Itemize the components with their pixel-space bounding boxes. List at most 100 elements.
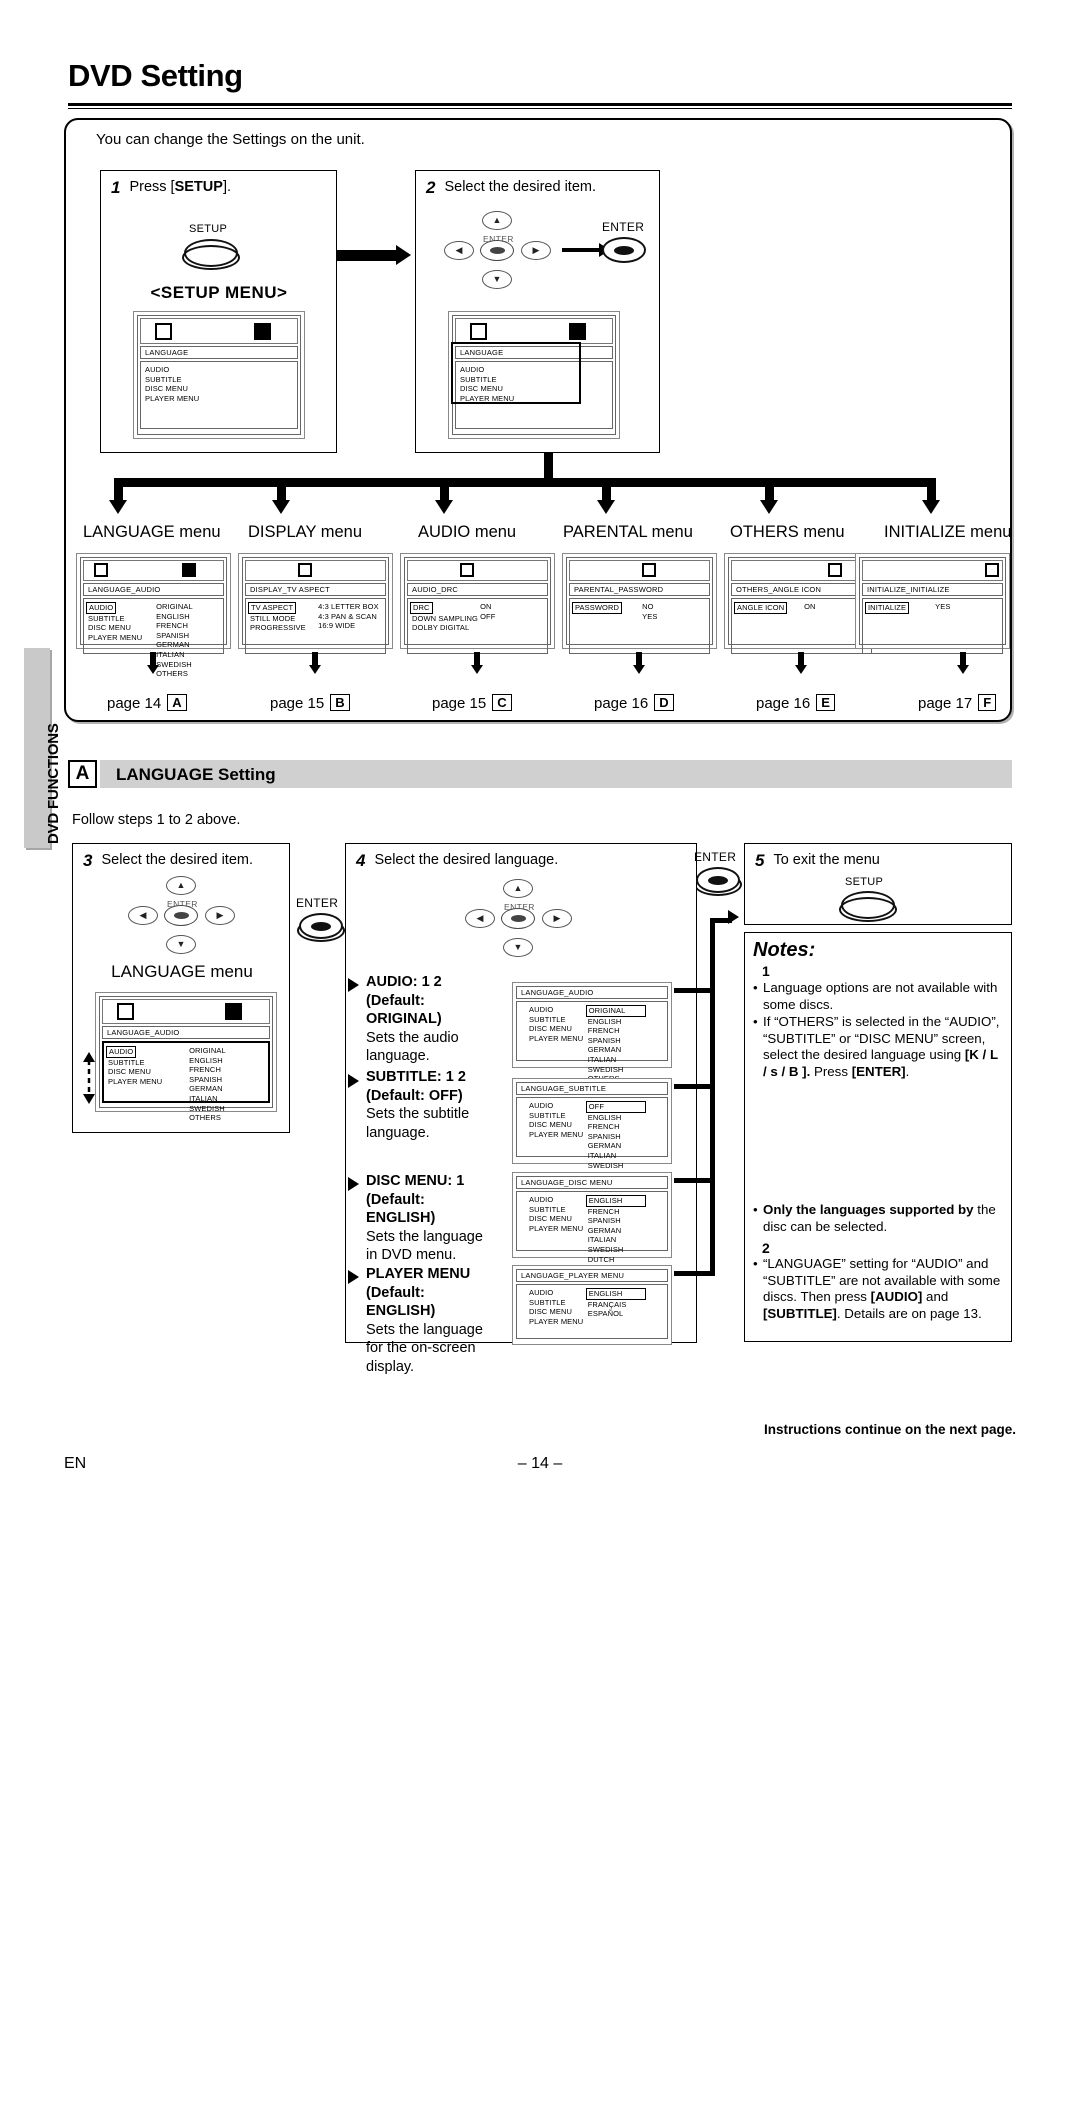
cursor-right-button[interactable]: ▶ [205, 906, 235, 925]
section-a-letter: A [68, 760, 97, 788]
option-desc: Sets the audio language. [366, 1029, 459, 1065]
osd-item: AUDIO [145, 365, 170, 374]
menu-label-others: OTHERS menu [730, 523, 845, 541]
page-ref-text: page 17 [918, 695, 973, 712]
tree-arrow-6 [922, 500, 940, 514]
cursor-right-button[interactable]: ▶ [521, 241, 551, 260]
osd-item-selected: PASSWORD [572, 602, 622, 614]
cursor-up-button[interactable]: ▲ [503, 879, 533, 898]
notes-panel: Notes: 1 Language options are not availa… [744, 932, 1012, 1342]
page-ref-letter: F [978, 694, 997, 711]
option-osd-player-menu: LANGUAGE_PLAYER MENU AUDIO SUBTITLE DISC… [512, 1265, 672, 1345]
cursor-left-button[interactable]: ◀ [128, 906, 158, 925]
cursor-left-button[interactable]: ◀ [444, 241, 474, 260]
osd-left-column: AUDIO SUBTITLE DISC MENU PLAYER MENU [521, 1195, 588, 1274]
page-ref-e: page 16 E [756, 694, 835, 712]
osd-option: GERMAN [189, 1084, 223, 1094]
osd-option: FRENCH [587, 1122, 620, 1132]
osd-title-bar: LANGUAGE_AUDIO [83, 583, 224, 596]
osd-item: PLAYER MENU [108, 1076, 163, 1086]
osd-item-selected: AUDIO [106, 1046, 137, 1058]
osd-option: ENGLISH [189, 1055, 223, 1065]
osd-option: ITALIAN [587, 1150, 617, 1160]
osd-right-column: YES [935, 602, 998, 614]
note-item-4: “LANGUAGE” setting for “AUDIO” and “SUBT… [753, 1256, 1005, 1322]
option-block-disc-menu: DISC MENU: 1 (Default: ENGLISH) Sets the… [366, 1172, 496, 1265]
pageref-arrow-1 [147, 665, 159, 674]
osd-option: SPANISH [587, 1131, 621, 1141]
osd-item: PLAYER MENU [460, 393, 515, 403]
enter-button-small[interactable] [164, 905, 198, 926]
osd-item-selected: TV ASPECT [248, 602, 297, 614]
osd-icon-black-square [254, 323, 271, 340]
step-1-box: 1 Press [SETUP]. SETUP <SETUP MENU> LANGU… [100, 170, 337, 453]
page-ref-letter: C [492, 694, 512, 711]
option-osd-audio: LANGUAGE_AUDIO AUDIO SUBTITLE DISC MENU … [512, 982, 672, 1083]
osd-item: DISC MENU [460, 384, 503, 394]
page-ref-a: page 14 A [107, 694, 187, 712]
osd-left-column: DRC DOWN SAMPLING DOLBY DIGITAL [410, 602, 480, 633]
osd-right-column: ORIGINAL ENGLISH FRENCH SPANISH GERMAN I… [189, 1046, 264, 1123]
osd-item: DISC MENU [529, 1307, 572, 1317]
osd-option: FRENCH [587, 1026, 620, 1036]
osd-option: OFF [480, 611, 496, 621]
cursor-up-button[interactable]: ▲ [166, 876, 196, 895]
osd-item: PLAYER MENU [529, 1033, 584, 1043]
option-default: (Default: ENGLISH) [366, 1284, 436, 1320]
option-block-player-menu: PLAYER MENU (Default: ENGLISH) Sets the … [366, 1265, 496, 1376]
cursor-left-button[interactable]: ◀ [465, 909, 495, 928]
osd-option: GERMAN [587, 1225, 622, 1235]
menu-osd-parental: PARENTAL_PASSWORD PASSWORD NO YES [562, 553, 717, 654]
page-ref-text: page 16 [756, 695, 811, 712]
scroll-updown-icon [83, 1052, 95, 1104]
tree-spine [114, 478, 936, 487]
enter-button-step3-4[interactable] [297, 913, 345, 942]
note-enter-key: [ENTER] [851, 1063, 906, 1079]
osd-option: SWEDISH [587, 1160, 624, 1170]
osd-item: SUBTITLE [145, 374, 182, 384]
notes-heading: Notes: [753, 939, 816, 961]
osd-option: 4:3 PAN & SCAN [318, 611, 377, 621]
osd-option: 4:3 LETTER BOX [318, 602, 379, 611]
rail-tick-discmenu [674, 1178, 714, 1183]
osd-item: SUBTITLE [529, 1297, 566, 1307]
osd-icon-white-square [94, 563, 108, 577]
step-2-heading: 2 Select the desired item. [426, 178, 596, 198]
tree-arrow-4 [597, 500, 615, 514]
option-default: (Default: OFF) [366, 1087, 463, 1104]
step-2-box: 2 Select the desired item. ▲ ENTER ◀ ▶ ▼ … [415, 170, 660, 453]
osd-item: DISC MENU [529, 1214, 572, 1224]
osd-item: SUBTITLE [108, 1057, 145, 1067]
enter-button-small[interactable] [480, 240, 514, 261]
note-audio-key: [AUDIO] [870, 1289, 923, 1305]
osd-title-bar: LANGUAGE_AUDIO [516, 986, 668, 999]
enter-button-step5[interactable] [694, 867, 742, 896]
cursor-up-button[interactable]: ▲ [482, 211, 512, 230]
osd-item: SUBTITLE [460, 374, 497, 384]
osd-option: YES [935, 602, 951, 611]
page-ref-d: page 16 D [594, 694, 674, 712]
step-3-heading: 3 Select the desired item. [83, 851, 253, 871]
cursor-down-button[interactable]: ▼ [503, 938, 533, 957]
cursor-down-button[interactable]: ▼ [166, 935, 196, 954]
cursor-down-button[interactable]: ▼ [482, 270, 512, 289]
osd-icon-white-square [460, 563, 474, 577]
pageref-arrow-2 [309, 665, 321, 674]
step-3-osd: LANGUAGE_AUDIO AUDIO SUBTITLE DISC MENU … [95, 992, 277, 1122]
osd-icon-white-square [117, 1003, 134, 1020]
enter-button-large[interactable] [600, 237, 648, 266]
osd-option-selected: ORIGINAL [585, 1005, 646, 1017]
note-item-3-bold: Only the languages supported by [763, 1202, 974, 1217]
osd-option: OTHERS [156, 669, 188, 679]
enter-button-small[interactable] [501, 908, 535, 929]
step-5-heading: 5 To exit the menu [755, 851, 880, 871]
osd-right-column: NO YES [642, 602, 705, 621]
step-4-heading: 4 Select the desired language. [356, 851, 558, 871]
cursor-right-button[interactable]: ▶ [542, 909, 572, 928]
setup-button-5[interactable] [839, 891, 897, 922]
setup-button-1[interactable] [182, 239, 240, 270]
osd-title-bar: INITIALIZE_INITIALIZE [862, 583, 1003, 596]
notes-marker-1: 1 [762, 963, 770, 979]
osd-option: YES [642, 611, 658, 621]
note-item-2: If “OTHERS” is selected in the “AUDIO”, … [753, 1014, 1003, 1080]
